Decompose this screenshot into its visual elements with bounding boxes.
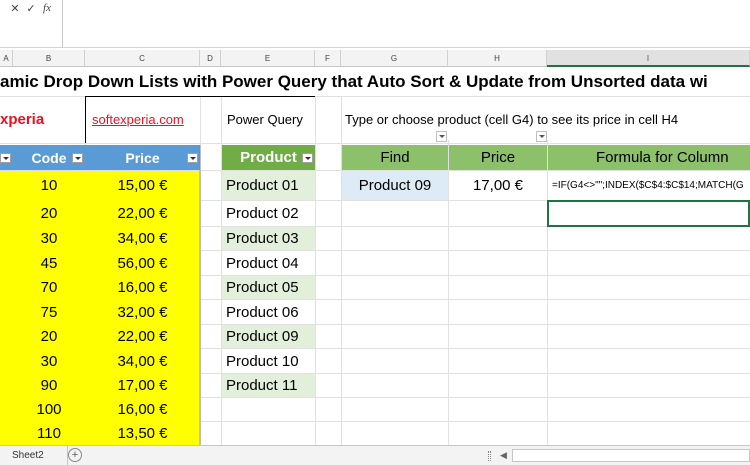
code-cell[interactable]: 30 [13,227,85,250]
close-icon[interactable]: ✕ [8,2,22,15]
header-price[interactable]: Price [85,145,200,170]
product-cell[interactable]: Product 11 [222,374,315,397]
header-find: Find [342,145,448,170]
filter-icon[interactable] [302,152,313,163]
product-cell[interactable]: Product 05 [222,276,315,299]
column-header-i[interactable]: I [547,50,750,67]
product-cell[interactable]: Product 04 [222,251,315,275]
code-cell[interactable]: 110 [13,422,85,445]
header-price-label: Price [125,149,160,166]
find-input-cell[interactable]: Product 09 [342,171,448,200]
filter-icon[interactable] [187,152,198,163]
link-softexperia[interactable]: softexperia.com [92,96,200,143]
horizontal-scrollbar[interactable] [512,449,750,462]
price-cell[interactable]: 32,00 € [85,300,200,324]
price-cell[interactable]: 56,00 € [85,251,200,275]
column-header-g[interactable]: G [341,50,448,67]
page-title: amic Drop Down Lists with Power Query th… [0,72,708,91]
column-header-a[interactable]: A [0,50,13,67]
price-cell[interactable]: 15,00 € [85,171,200,200]
dropdown-arrow-icon[interactable] [536,131,547,142]
column-header-h[interactable]: H [448,50,547,67]
product-cell[interactable]: Product 10 [222,349,315,373]
border-line [85,96,86,143]
header-code[interactable]: Code [13,145,85,170]
price-cell[interactable]: 22,00 € [85,201,200,226]
column-header-b[interactable]: B [13,50,85,67]
fx-icon[interactable]: fx [40,2,54,14]
formula-input[interactable] [64,0,750,48]
price-cell[interactable]: 16,00 € [85,398,200,421]
formula-text-cell[interactable]: =IF(G4<>"";INDEX($C$4:$C$14;MATCH(G [548,171,750,200]
plus-circle-icon[interactable]: + [68,448,82,462]
source-header-cut [0,145,13,170]
code-cell[interactable]: 20 [13,201,85,226]
dropdown-arrow-icon[interactable] [436,131,447,142]
product-cell[interactable]: Product 03 [222,227,315,250]
header-price-lookup: Price [449,145,547,170]
price-cell[interactable]: 17,00 € [85,374,200,397]
split-handle[interactable] [488,451,491,461]
header-product-label: Product [240,149,297,166]
tab-sheet2[interactable]: Sheet2 [0,446,68,465]
code-cell[interactable]: 70 [13,276,85,299]
header-product[interactable]: Product [222,145,315,170]
code-cell[interactable]: 10 [13,171,85,200]
filter-icon[interactable] [0,152,11,163]
formula-bar-divider [62,0,63,48]
column-header-f[interactable]: F [315,50,341,67]
code-cell[interactable]: 75 [13,300,85,324]
price-result-cell[interactable]: 17,00 € [449,171,547,200]
header-code-label: Code [31,149,67,166]
power-query-label: Power Query [227,112,303,127]
price-cell[interactable]: 22,00 € [85,325,200,348]
code-cell[interactable]: 100 [13,398,85,421]
price-cell[interactable]: 34,00 € [85,227,200,250]
price-cell[interactable]: 16,00 € [85,276,200,299]
column-header-c[interactable]: C [85,50,200,67]
product-cell[interactable]: Product 01 [222,171,315,200]
formula-bar: ✕ ✓ fx [0,0,750,48]
code-cell[interactable]: 20 [13,325,85,348]
column-header-d[interactable]: D [200,50,221,67]
filter-icon[interactable] [72,152,83,163]
header-formula: Formula for Column [548,145,750,170]
product-cell[interactable]: Product 06 [222,300,315,324]
scroll-left-icon[interactable]: ◀ [500,449,510,461]
price-cell[interactable]: 34,00 € [85,349,200,373]
product-cell[interactable]: Product 02 [222,201,315,226]
code-cell[interactable]: 90 [13,374,85,397]
column-header-e[interactable]: E [221,50,315,67]
code-cell[interactable]: 45 [13,251,85,275]
selected-cell[interactable] [547,200,750,227]
check-icon[interactable]: ✓ [24,2,38,15]
price-cell[interactable]: 13,50 € [85,422,200,445]
brand-text: xperia [0,111,45,128]
code-cell[interactable]: 30 [13,349,85,373]
sheet-tab-bar: Sheet2 + ◀ [0,445,750,465]
product-cell[interactable]: Product 09 [222,325,315,348]
